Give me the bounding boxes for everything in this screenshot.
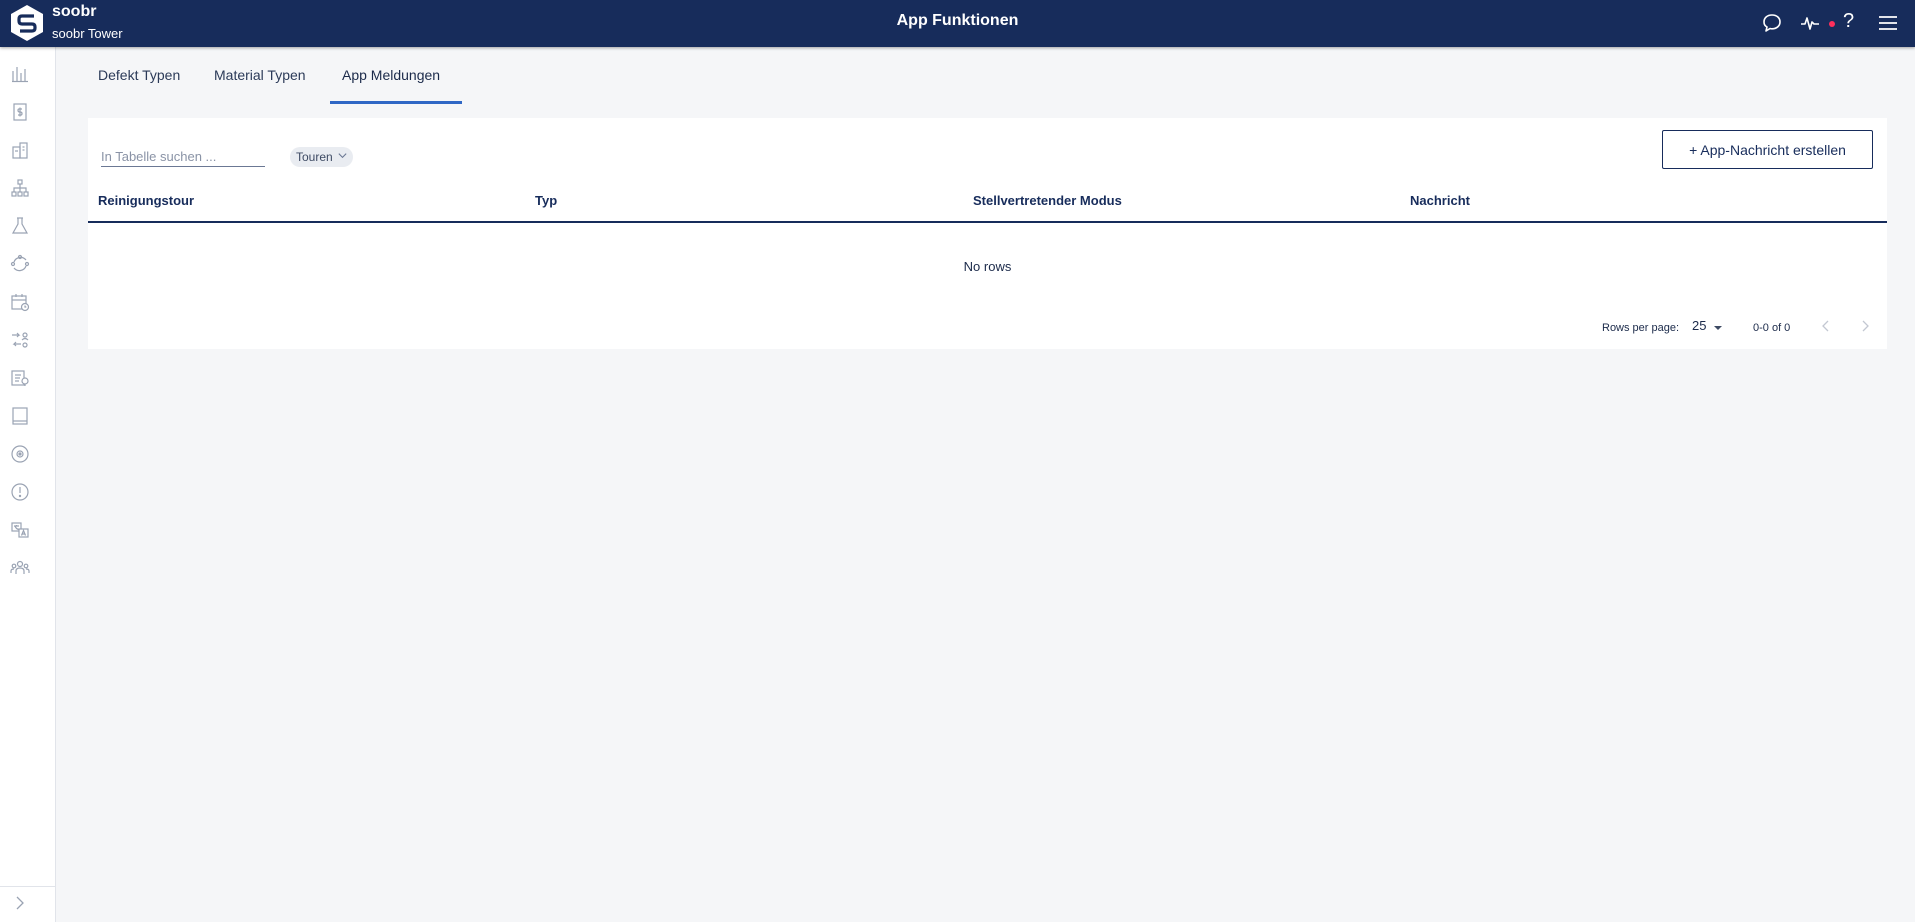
- table-header: Reinigungstour Typ Stellvertretender Mod…: [88, 178, 1887, 223]
- translate-icon[interactable]: [9, 519, 31, 541]
- cycle-icon[interactable]: [9, 253, 31, 275]
- tab-app-meldungen[interactable]: App Meldungen: [330, 60, 462, 104]
- chat-icon[interactable]: [1760, 11, 1784, 35]
- create-app-message-button[interactable]: + App-Nachricht erstellen: [1662, 130, 1873, 169]
- shuffle-people-icon[interactable]: [9, 329, 31, 351]
- active-tab-indicator: [330, 101, 462, 104]
- tab-material-typen[interactable]: Material Typen: [202, 60, 318, 104]
- analytics-icon[interactable]: [9, 63, 31, 85]
- column-header-typ[interactable]: Typ: [535, 193, 557, 208]
- column-header-nachricht[interactable]: Nachricht: [1410, 193, 1470, 208]
- help-icon[interactable]: ?: [1843, 9, 1854, 33]
- filter-chip-label: Touren: [296, 150, 333, 164]
- calendar-clock-icon[interactable]: [9, 291, 31, 313]
- rows-per-page-select[interactable]: 25: [1692, 318, 1706, 333]
- tours-filter-chip[interactable]: Touren: [290, 147, 353, 167]
- alert-icon[interactable]: [9, 481, 31, 503]
- tablet-icon[interactable]: [9, 405, 31, 427]
- invoice-icon[interactable]: [9, 101, 31, 123]
- team-icon[interactable]: [9, 557, 31, 579]
- app-messages-card: Touren + App-Nachricht erstellen Reinigu…: [88, 118, 1887, 349]
- building-icon[interactable]: [9, 139, 31, 161]
- caret-down-icon[interactable]: [1713, 323, 1723, 333]
- column-header-stellvertretender-modus[interactable]: Stellvertretender Modus: [973, 193, 1122, 208]
- tab-label: Material Typen: [214, 67, 306, 83]
- table-search-input[interactable]: [101, 146, 265, 167]
- notification-dot: [1829, 21, 1835, 27]
- chevron-right-icon[interactable]: [12, 895, 28, 911]
- top-bar: soobr soobr Tower App Funktionen ?: [0, 0, 1915, 47]
- menu-icon[interactable]: [1876, 11, 1900, 35]
- page-title: App Funktionen: [896, 12, 1019, 29]
- next-page-icon[interactable]: [1855, 316, 1875, 336]
- hierarchy-icon[interactable]: [9, 177, 31, 199]
- tab-defekt-typen[interactable]: Defekt Typen: [86, 60, 192, 104]
- previous-page-icon[interactable]: [1816, 316, 1836, 336]
- pagination-range: 0-0 of 0: [1753, 322, 1791, 334]
- flask-icon[interactable]: [9, 215, 31, 237]
- rows-per-page-label: Rows per page:: [1602, 322, 1680, 334]
- activity-icon[interactable]: [1798, 11, 1822, 35]
- sidebar-footer: [0, 886, 55, 922]
- empty-table-message: No rows: [963, 259, 1012, 274]
- tab-label: App Meldungen: [342, 67, 441, 83]
- chevron-down-icon: [338, 153, 347, 159]
- target-icon[interactable]: [9, 443, 31, 465]
- task-list-icon[interactable]: [9, 367, 31, 389]
- column-header-reinigungstour[interactable]: Reinigungstour: [98, 193, 194, 208]
- tab-label: Defekt Typen: [98, 67, 181, 83]
- sidebar: [0, 47, 56, 922]
